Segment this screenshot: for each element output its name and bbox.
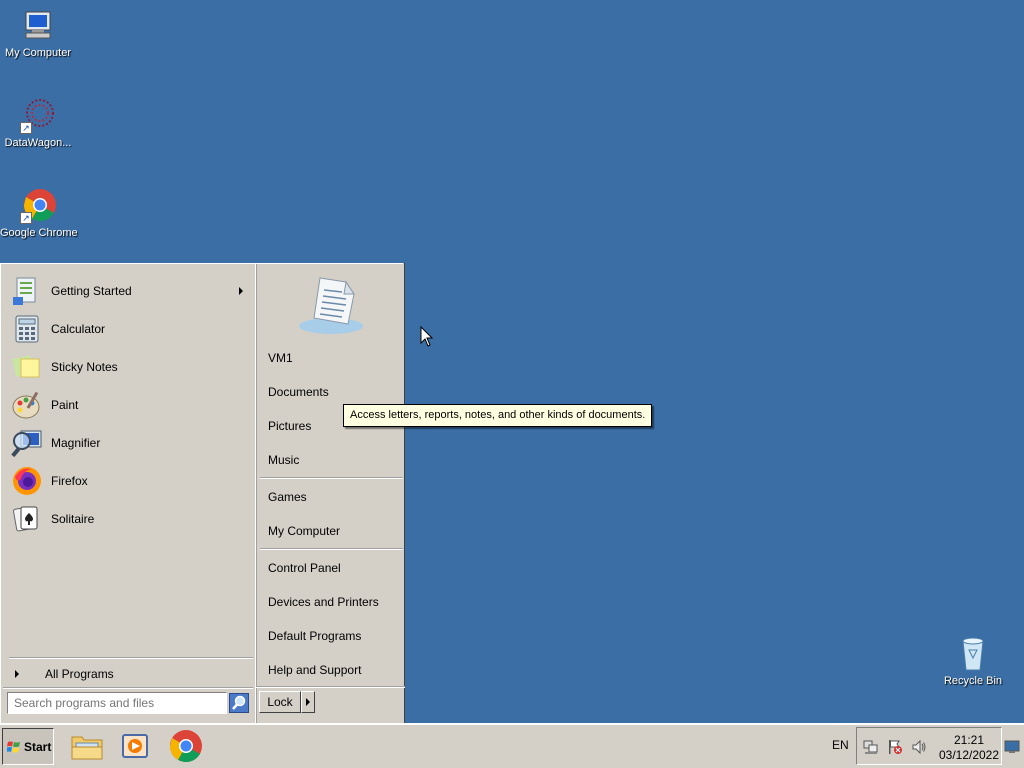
lock-separator — [256, 686, 405, 688]
programs-separator — [9, 657, 253, 659]
magnifier-icon — [11, 427, 43, 459]
program-item-paint[interactable]: Paint — [11, 388, 251, 422]
documents-tooltip: Access letters, reports, notes, and othe… — [343, 404, 653, 427]
all-programs-label: All Programs — [45, 667, 114, 681]
search-input[interactable] — [7, 692, 227, 714]
program-item-magnifier[interactable]: Magnifier — [11, 426, 251, 460]
documents-link[interactable]: Documents — [268, 382, 400, 402]
program-item-calculator[interactable]: Calculator — [11, 312, 251, 346]
start-button[interactable]: Start — [2, 728, 54, 765]
search-icon[interactable] — [229, 693, 249, 713]
getting-started-icon — [11, 275, 43, 307]
program-item-firefox[interactable]: Firefox — [11, 464, 251, 498]
program-label: Magnifier — [51, 436, 101, 450]
documents-picture-icon — [298, 274, 364, 336]
desktop-icon-datawagon[interactable]: ↗ DataWagon... — [0, 98, 76, 149]
clock-time[interactable]: 21:21 — [946, 733, 992, 747]
program-label: Sticky Notes — [51, 360, 118, 374]
program-label: Getting Started — [51, 284, 132, 298]
volume-icon[interactable] — [911, 739, 927, 755]
recycle-bin-icon — [955, 636, 991, 672]
action-center-flag-icon[interactable] — [887, 739, 903, 755]
desktop-icon-recycle-bin[interactable]: Recycle Bin — [935, 636, 1011, 687]
music-link[interactable]: Music — [268, 450, 400, 470]
control-panel-link[interactable]: Control Panel — [268, 558, 400, 578]
paint-icon — [11, 389, 43, 421]
show-desktop-icon[interactable] — [1004, 740, 1020, 754]
user-folder-link[interactable]: VM1 — [268, 348, 400, 368]
start-menu-places-pane: VM1 Documents Pictures Music Games My Co… — [255, 264, 405, 724]
places-separator — [260, 477, 403, 479]
program-item-sticky-notes[interactable]: Sticky Notes — [11, 350, 251, 384]
datawagon-icon: ↗ — [20, 98, 56, 134]
desktop-icon-label: Google Chrome — [0, 227, 78, 239]
places-separator — [260, 548, 403, 550]
default-programs-link[interactable]: Default Programs — [268, 626, 400, 646]
sticky-notes-icon — [11, 351, 43, 383]
desktop-icon-label: My Computer — [4, 47, 72, 59]
all-programs-button[interactable]: All Programs — [13, 664, 243, 684]
search-box — [7, 692, 251, 714]
program-label: Solitaire — [51, 512, 95, 526]
program-item-getting-started[interactable]: Getting Started — [11, 274, 251, 308]
language-indicator[interactable]: EN — [832, 738, 849, 752]
taskbar: Start EN 21:21 03/12/2022 — [0, 723, 1024, 768]
submenu-arrow-icon — [239, 287, 243, 295]
media-player-icon[interactable] — [119, 729, 153, 763]
search-separator — [3, 687, 253, 689]
file-explorer-icon[interactable] — [70, 729, 104, 763]
clock-date[interactable]: 03/12/2022 — [938, 748, 1000, 762]
shortcut-arrow-icon: ↗ — [20, 212, 32, 224]
shortcut-arrow-icon: ↗ — [20, 122, 32, 134]
program-label: Paint — [51, 398, 79, 412]
desktop-icon-label: DataWagon... — [4, 137, 72, 149]
desktop-icon-google-chrome[interactable]: ↗ Google Chrome — [0, 188, 78, 239]
windows-logo-icon — [6, 740, 21, 754]
games-link[interactable]: Games — [268, 487, 400, 507]
desktop-icon-label: Recycle Bin — [943, 675, 1003, 687]
computer-icon — [20, 8, 56, 44]
chrome-icon: ↗ — [20, 188, 56, 224]
shutdown-options-arrow[interactable] — [301, 691, 315, 713]
lock-button[interactable]: Lock — [259, 691, 301, 713]
solitaire-icon — [11, 503, 43, 535]
devices-printers-link[interactable]: Devices and Printers — [268, 592, 400, 612]
program-label: Calculator — [51, 322, 106, 336]
my-computer-link[interactable]: My Computer — [268, 521, 400, 541]
start-label: Start — [24, 739, 52, 754]
start-menu: Getting Started Calculator Sticky Notes … — [0, 263, 405, 724]
mouse-cursor-icon — [420, 325, 434, 348]
start-menu-programs-pane: Getting Started Calculator Sticky Notes … — [3, 266, 253, 686]
lock-button-group: Lock — [259, 691, 315, 713]
network-icon[interactable] — [863, 739, 879, 755]
chrome-icon[interactable] — [169, 729, 203, 763]
program-item-solitaire[interactable]: Solitaire — [11, 502, 251, 536]
firefox-icon — [11, 465, 43, 497]
calculator-icon — [11, 313, 43, 345]
desktop-icon-my-computer[interactable]: My Computer — [0, 8, 76, 59]
right-triangle-icon — [15, 670, 19, 678]
help-support-link[interactable]: Help and Support — [268, 660, 400, 680]
program-label: Firefox — [51, 474, 88, 488]
